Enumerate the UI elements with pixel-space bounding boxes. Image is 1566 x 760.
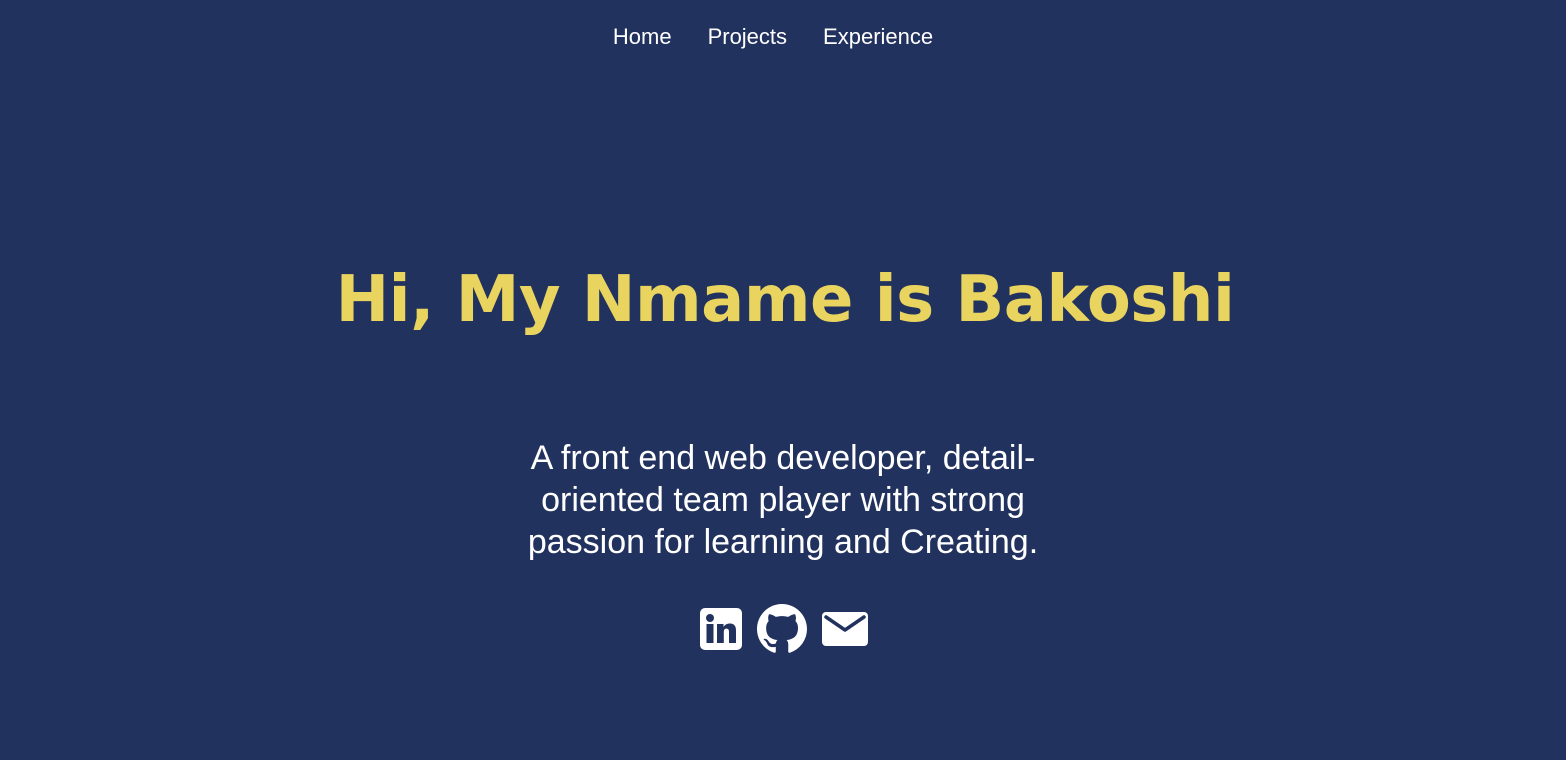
email-link[interactable] bbox=[821, 609, 869, 649]
linkedin-icon bbox=[699, 608, 742, 650]
github-link[interactable] bbox=[756, 604, 807, 654]
email-icon bbox=[821, 612, 868, 646]
nav-experience[interactable]: Experience bbox=[823, 22, 933, 52]
hero-subtitle: A front end web developer, detail-orient… bbox=[527, 439, 1039, 561]
nav-home[interactable]: Home bbox=[613, 22, 672, 52]
main-nav: Home Projects Experience bbox=[0, 22, 1566, 52]
social-links bbox=[0, 604, 1566, 654]
linkedin-link[interactable] bbox=[699, 607, 743, 651]
nav-projects[interactable]: Projects bbox=[708, 22, 787, 52]
hero-title: Hi, My Nmame is Bakoshi bbox=[335, 263, 1235, 337]
github-icon bbox=[756, 604, 807, 653]
